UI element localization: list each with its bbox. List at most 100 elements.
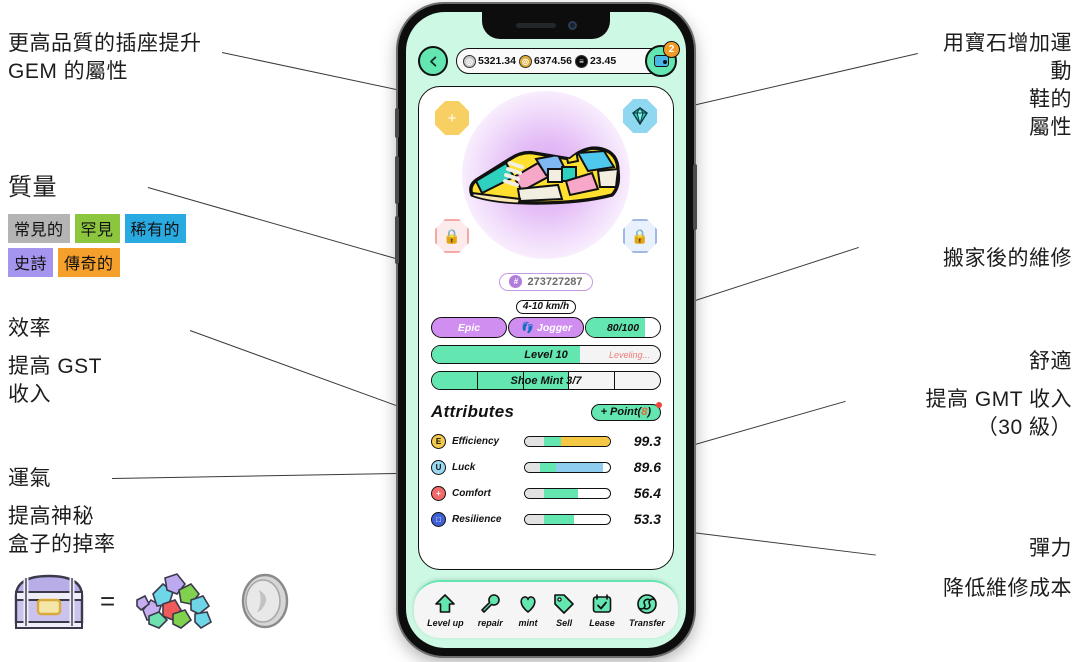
durability-badge[interactable]: 80/100 <box>585 317 661 338</box>
comfort-icon: + <box>431 485 446 501</box>
earpiece-speaker-icon <box>515 23 556 28</box>
currency-sol: ≡ 23.45 <box>574 54 617 68</box>
annotation-luck-line2: 盒子的掉率 <box>8 533 116 557</box>
luck-label: Luck <box>452 461 476 473</box>
phone-mute-switch[interactable] <box>395 108 399 138</box>
nav-label-repair: repair <box>477 617 503 628</box>
bar-base <box>525 514 544 524</box>
speed-range-label: 4-10 km/h <box>515 300 577 314</box>
annotation-efficiency-title: 效率 <box>8 317 51 340</box>
attribute-row-luck[interactable]: U Luck 89.6 <box>431 454 661 480</box>
treasure-chest-icon <box>14 574 84 629</box>
bar-mid <box>543 488 578 498</box>
annotation-repair: 搬家後的維修 <box>943 247 1072 270</box>
attributes-list: E Efficiency 99.3 U Luck 89.6 + Comfort … <box>419 422 673 532</box>
shoe-display-area: + 🔒 🔒 <box>419 87 673 273</box>
annotation-comfort-title: 舒適 <box>1029 350 1072 373</box>
back-button[interactable] <box>418 46 448 76</box>
resilience-bar <box>524 513 611 525</box>
shoe-type-label: Jogger <box>537 321 573 334</box>
gmt-token-icon: ◎ <box>518 54 532 68</box>
phone-mockup: ◎ 5321.34 ◎ 6374.56 ≡ 23.45 2 + 🔒 🔒 # 27… <box>395 4 697 656</box>
resilience-value: 53.3 <box>633 511 661 527</box>
phone-volume-up-button[interactable] <box>395 156 399 204</box>
luck-value: 89.6 <box>633 459 661 475</box>
sneaker-image <box>469 146 621 205</box>
rarity-badge[interactable]: Epic <box>431 317 507 338</box>
nav-item-repair[interactable]: repair <box>478 593 503 628</box>
annotation-gem-socket: 更高品質的插座提升 GEM 的屬性 <box>8 30 202 86</box>
runner-icon: 👣 <box>519 322 534 334</box>
annotation-resilience-line1: 降低維修成本 <box>943 577 1072 601</box>
phone-volume-down-button[interactable] <box>395 216 399 264</box>
mint-progress-bar[interactable]: Shoe Mint 3/7 <box>431 371 661 390</box>
phone-screen: ◎ 5321.34 ◎ 6374.56 ≡ 23.45 2 + 🔒 🔒 # 27… <box>406 12 686 648</box>
add-point-button[interactable]: + Point(8) <box>590 401 662 421</box>
bottom-navigation: Level up repair mint Sell Lease Transfer <box>414 580 678 638</box>
nav-item-transfer[interactable]: Transfer <box>629 593 665 628</box>
shoe-card: + 🔒 🔒 # 273727287 Epic 4-10 km/h 👣 Jogge… <box>418 86 674 570</box>
nav-item-level-up[interactable]: Level up <box>427 593 464 628</box>
quality-tier-legendary: 傳奇的 <box>58 248 120 277</box>
socket-lock-right[interactable]: 🔒 <box>623 219 657 253</box>
socket-lock-left[interactable]: 🔒 <box>435 219 469 253</box>
wallet-button[interactable]: 2 <box>645 41 680 77</box>
currency-bar: ◎ 5321.34 ◎ 6374.56 ≡ 23.45 2 <box>456 41 680 77</box>
arrow-up-icon <box>435 593 456 613</box>
resilience-label: Resilience <box>452 513 502 525</box>
nav-item-mint[interactable]: mint <box>517 593 539 628</box>
level-progress-bar[interactable]: Level 10 Leveling... <box>431 345 661 364</box>
front-camera-icon <box>567 21 577 30</box>
attributes-header: Attributes + Point(8) <box>419 390 673 422</box>
bar-mid <box>543 436 561 446</box>
gem-icon <box>623 99 657 133</box>
currency-sol-value: 23.45 <box>589 55 617 67</box>
chevron-left-icon <box>429 56 436 66</box>
currency-gmt-value: 6374.56 <box>533 55 572 67</box>
annotation-luck-line1: 提高神秘 <box>8 505 94 529</box>
nav-label-lease: Lease <box>589 617 615 628</box>
wallet-badge-count: 2 <box>663 41 680 58</box>
attribute-row-efficiency[interactable]: E Efficiency 99.3 <box>431 428 661 454</box>
sol-token-icon: ≡ <box>574 54 588 68</box>
attribute-row-comfort[interactable]: + Comfort 56.4 <box>431 480 661 506</box>
nav-item-sell[interactable]: Sell <box>553 593 575 628</box>
attributes-title: Attributes <box>431 402 515 421</box>
quality-tier-list: 常見的 罕見 稀有的 史詩 傳奇的 <box>8 214 228 277</box>
shoe-type-badge[interactable]: 👣 Jogger <box>508 317 584 338</box>
luck-bar <box>524 461 611 473</box>
phone-power-button[interactable] <box>693 164 697 230</box>
shoe-id-pill[interactable]: # 273727287 <box>499 273 593 291</box>
annotation-gem-attributes-line1: 用寶石增加運 <box>943 32 1072 55</box>
annotation-gem-attributes: 用寶石增加運 動 鞋的 屬性 <box>792 30 1072 143</box>
comfort-bar <box>524 487 611 499</box>
comfort-value: 56.4 <box>633 485 661 501</box>
diamond-gem-icon <box>632 107 648 125</box>
socket-gem[interactable] <box>623 99 657 133</box>
top-bar: ◎ 5321.34 ◎ 6374.56 ≡ 23.45 2 <box>406 41 686 77</box>
heart-icon <box>520 595 536 613</box>
comfort-label: Comfort <box>452 487 491 499</box>
nav-label-transfer: Transfer <box>629 617 665 628</box>
annotated-screenshot: 更高品質的插座提升 GEM 的屬性 質量 常見的 罕見 稀有的 史詩 傳奇的 效… <box>0 0 1080 662</box>
annotation-efficiency-line1: 提高 GST <box>8 355 103 379</box>
annotation-gem-socket-line1: 更高品質的插座提升 <box>8 32 202 55</box>
bar-mid <box>543 514 575 524</box>
tag-icon <box>554 593 574 614</box>
bar-ext <box>560 436 610 446</box>
annotation-resilience-title: 彈力 <box>1029 537 1072 560</box>
speed-group: 4-10 km/h 👣 Jogger <box>508 300 584 338</box>
efficiency-value: 99.3 <box>633 433 661 449</box>
level-status-label: Leveling... <box>608 349 650 360</box>
attribute-row-resilience[interactable]: □ Resilience 53.3 <box>431 506 661 532</box>
nav-item-lease[interactable]: Lease <box>589 593 615 628</box>
annotation-comfort-line2: （30 級） <box>976 416 1072 440</box>
currency-gst-value: 5321.34 <box>478 55 516 67</box>
efficiency-icon: E <box>431 433 446 449</box>
annotation-quality-title: 質量 <box>8 174 57 201</box>
bar-ext <box>556 462 604 472</box>
annotation-resilience: 彈力 降低維修成本 <box>772 535 1072 603</box>
mint-label: Shoe Mint 3/7 <box>510 374 582 387</box>
quality-tier-uncommon: 罕見 <box>74 214 120 243</box>
gst-token-icon: ◎ <box>463 54 476 68</box>
